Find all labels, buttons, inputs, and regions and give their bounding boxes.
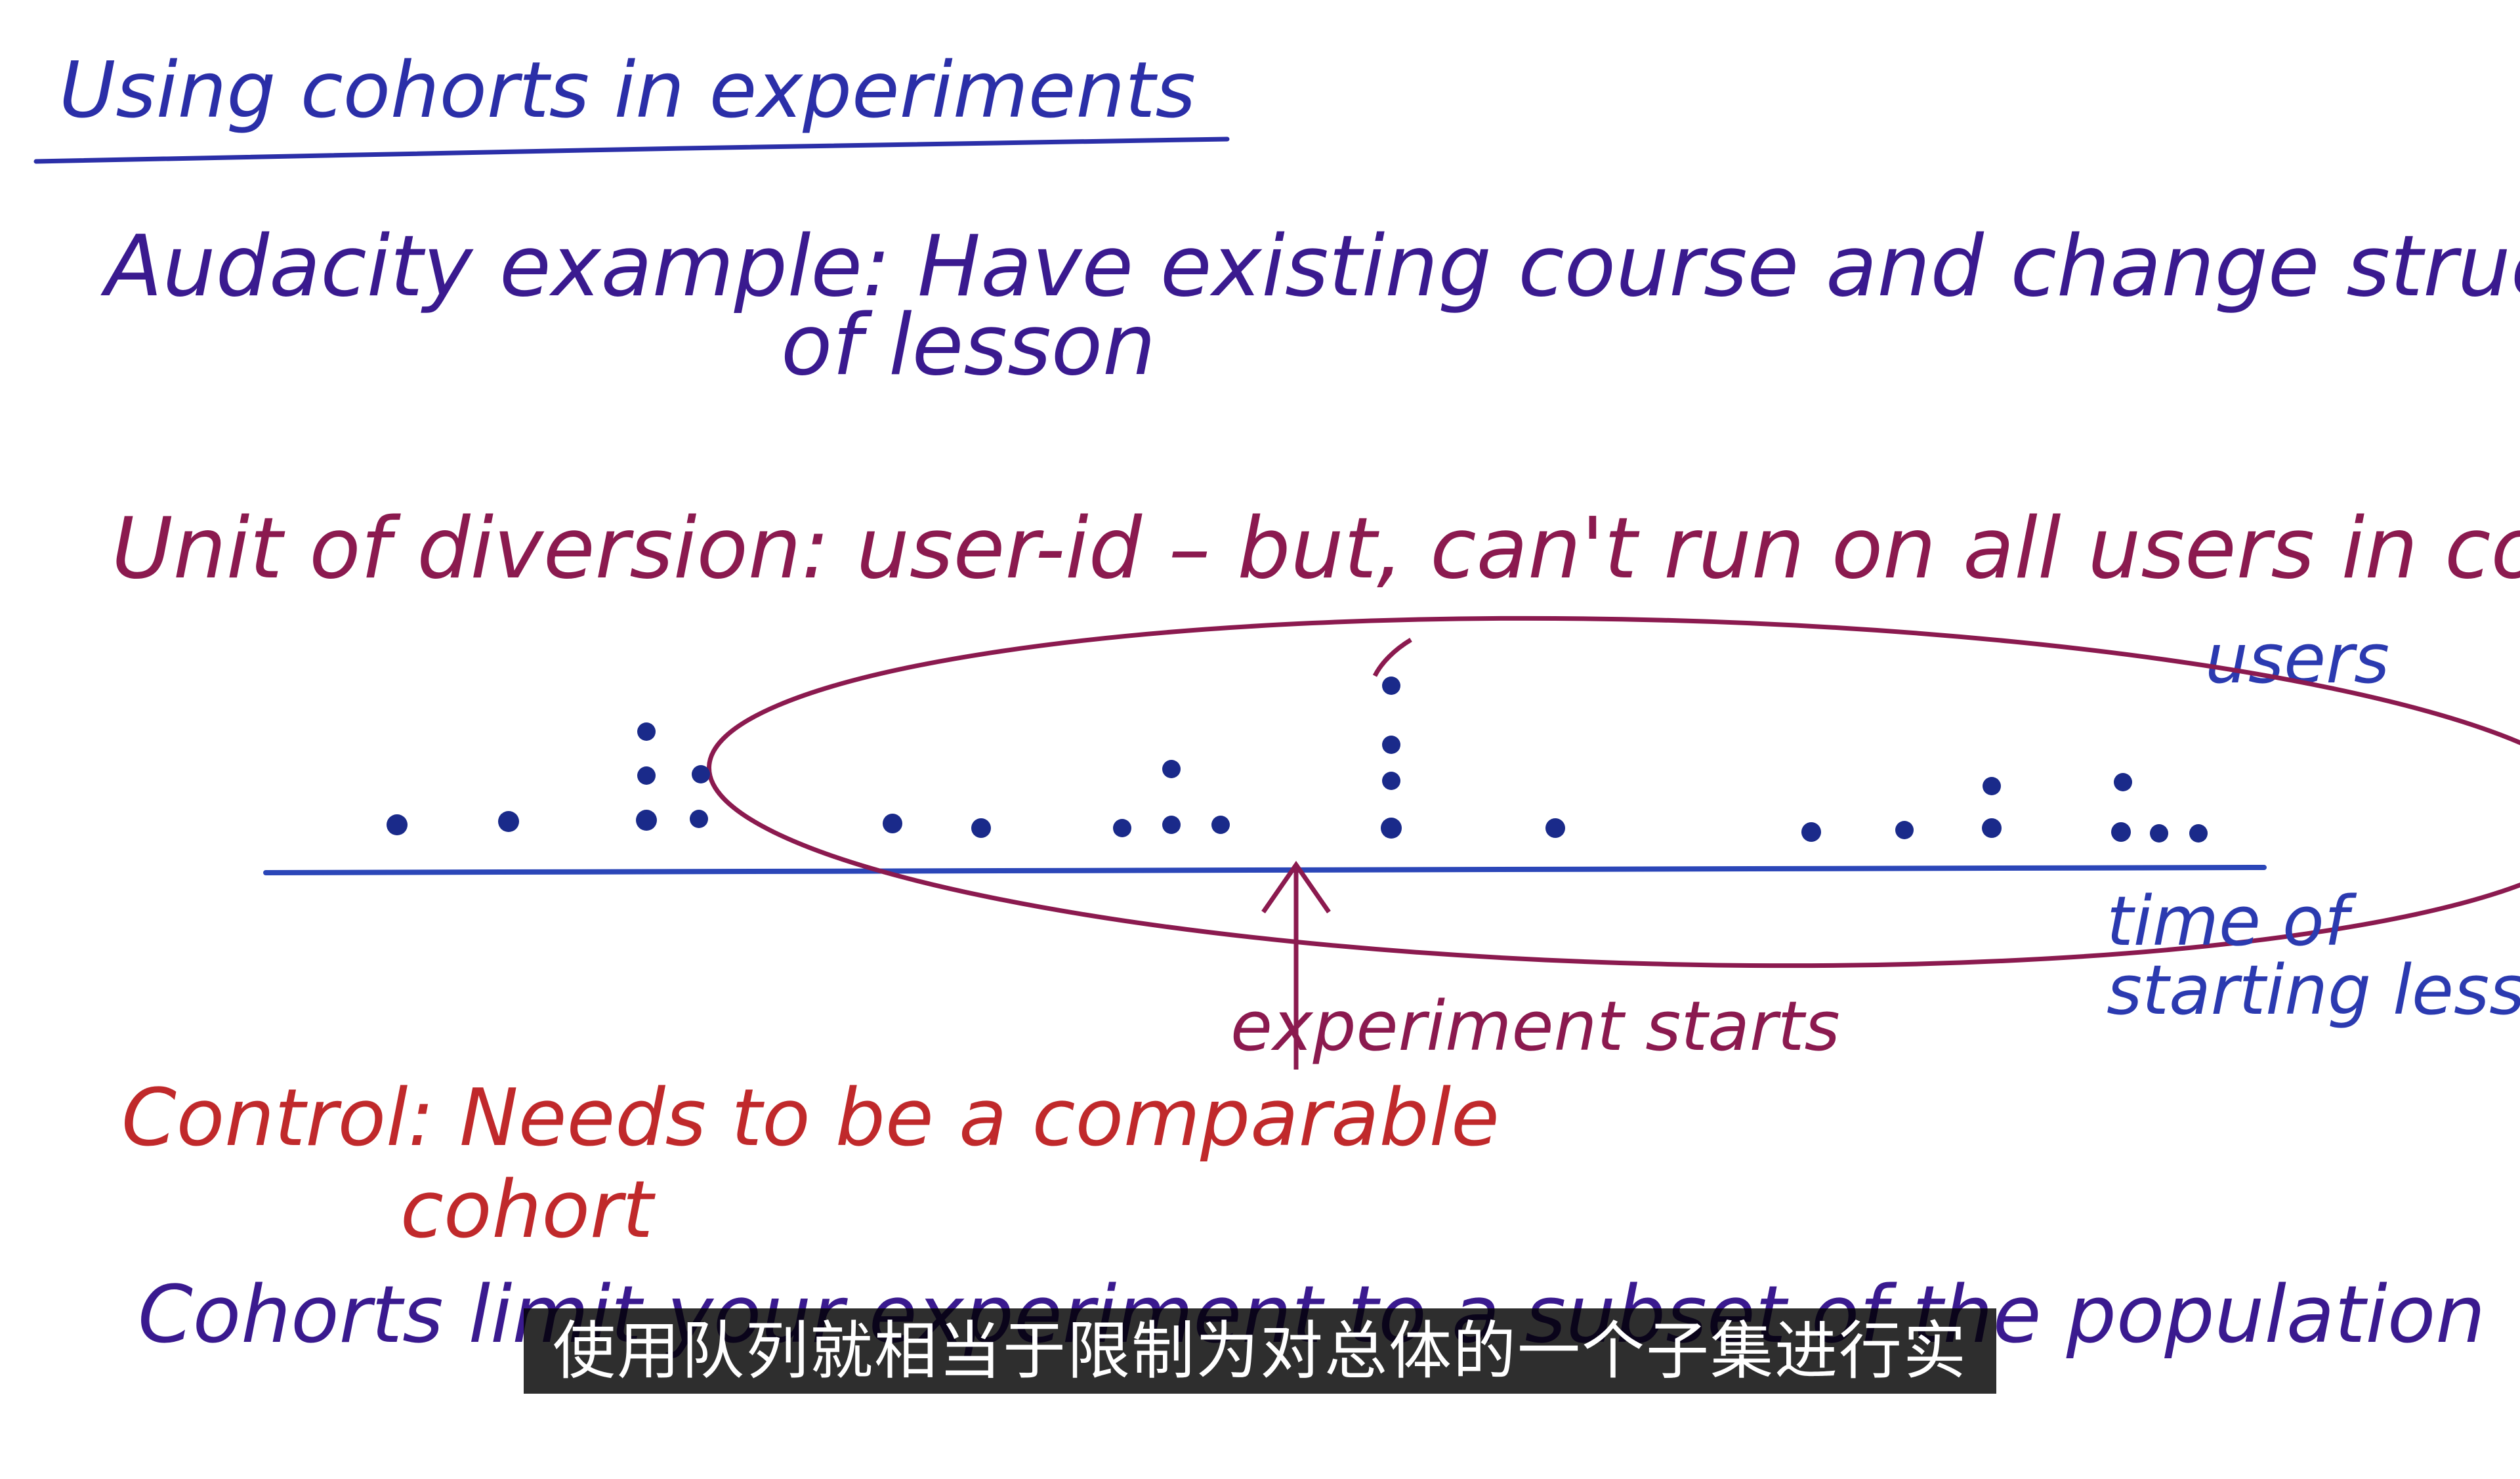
user-dot <box>883 814 902 833</box>
video-subtitle: 使用队列就相当于限制为对总体的一个子集进行实验 <box>524 1308 1996 1473</box>
users-label: users <box>2205 619 2389 699</box>
user-dot <box>637 766 656 785</box>
audacity-line-2: of lesson <box>781 297 1156 394</box>
axis-label-starting-lesson: starting lesson <box>2107 950 2520 1030</box>
timeline-axis <box>263 865 2267 875</box>
user-dot <box>1982 818 2002 838</box>
user-dot <box>637 722 656 741</box>
user-dot <box>1162 760 1181 778</box>
user-dot <box>1382 677 1400 695</box>
user-dot <box>1983 777 2001 795</box>
user-dot <box>498 811 519 832</box>
user-dot <box>971 818 991 838</box>
user-dot <box>636 810 657 831</box>
user-dots-cohort <box>1381 677 2208 843</box>
user-dot <box>690 810 708 828</box>
experiment-starts-label: experiment starts <box>1230 986 1840 1066</box>
user-dot <box>2189 824 2208 843</box>
user-dot <box>1382 772 1400 790</box>
title-underline <box>33 136 1230 164</box>
user-dot <box>2111 822 2131 842</box>
user-dot <box>2114 773 2132 791</box>
user-dot <box>1211 816 1230 834</box>
user-dots-before <box>387 722 1230 838</box>
user-dot <box>692 765 710 783</box>
user-dot <box>1113 819 1131 837</box>
title: Using cohorts in experiments <box>59 45 1196 135</box>
user-dot <box>2150 824 2168 843</box>
user-dot <box>1162 816 1181 834</box>
unit-of-diversion-line: Unit of diversion: user-id – but, can't … <box>112 500 2520 598</box>
user-dot <box>1545 818 1565 838</box>
user-dot <box>1895 821 1914 839</box>
user-dot <box>1382 736 1400 754</box>
control-line-1: Control: Needs to be a comparable <box>121 1073 1500 1164</box>
control-line-2: cohort <box>400 1165 656 1256</box>
user-dot <box>387 814 408 835</box>
audacity-line-1: Audacity example: Have existing course a… <box>100 218 2520 316</box>
user-dot <box>1381 818 1402 839</box>
user-dot <box>1801 822 1821 842</box>
ellipse-start-tick <box>1372 637 1412 677</box>
axis-label-time-of: time of <box>2107 881 2357 961</box>
